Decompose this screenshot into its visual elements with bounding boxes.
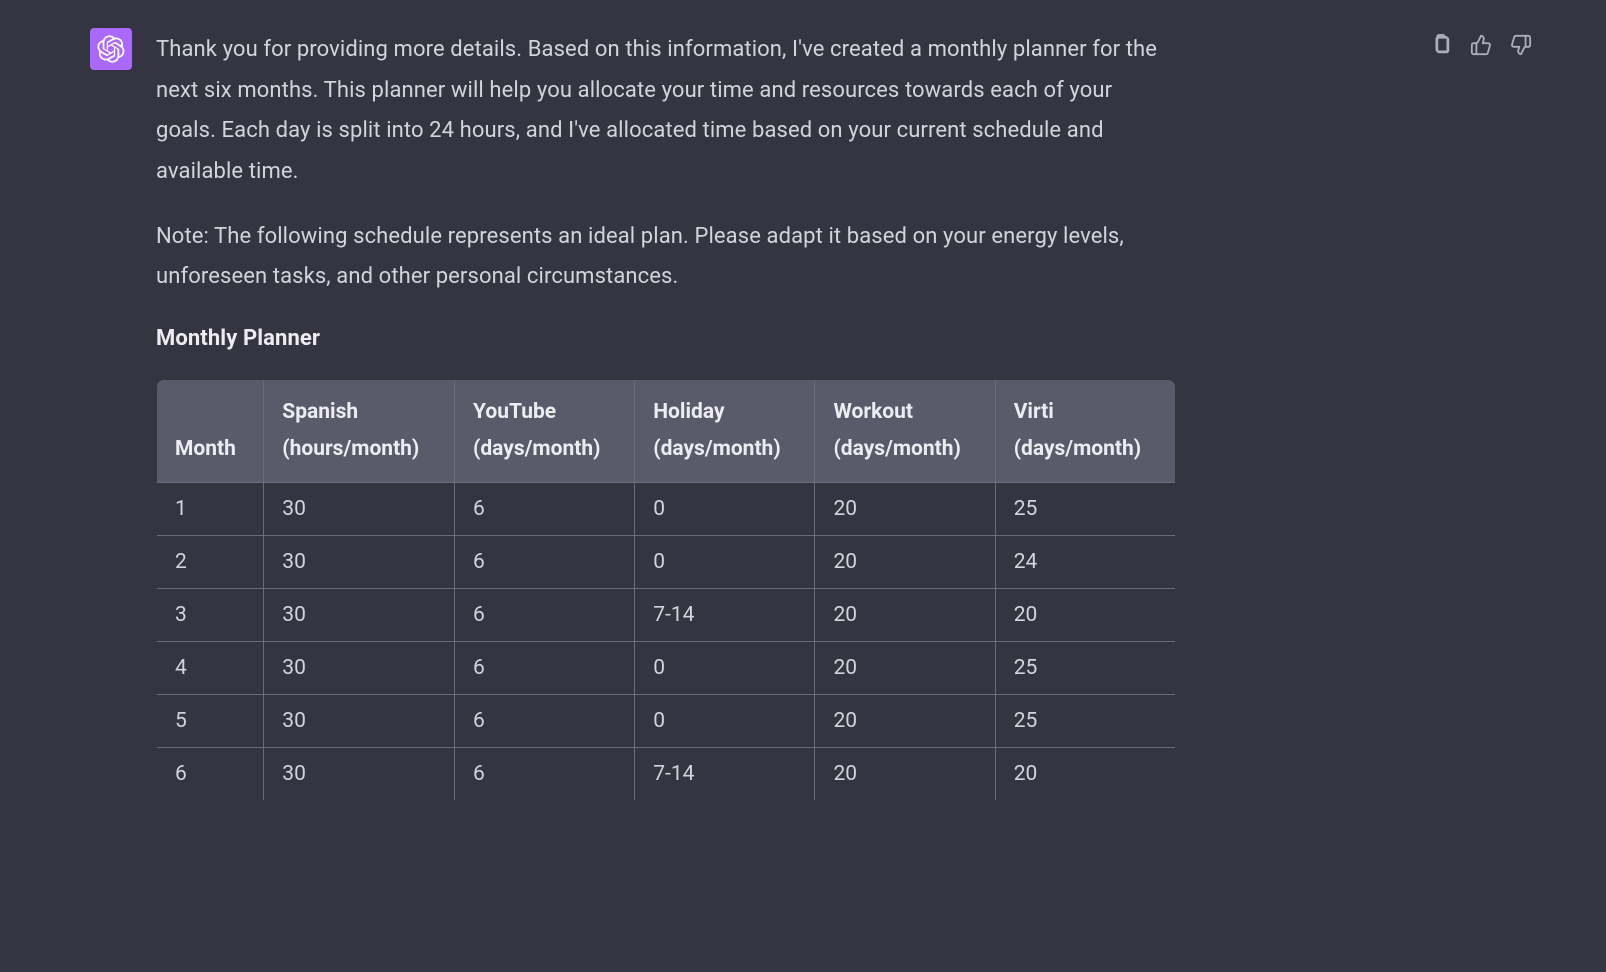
table-cell: 6 bbox=[157, 747, 264, 800]
table-cell: 30 bbox=[264, 482, 455, 535]
table-cell: 0 bbox=[635, 694, 815, 747]
col-youtube: YouTube (days/month) bbox=[455, 380, 635, 483]
table-cell: 6 bbox=[455, 641, 635, 694]
note-paragraph: Note: The following schedule represents … bbox=[156, 217, 1176, 298]
openai-icon bbox=[97, 35, 125, 63]
table-header-row: Month Spanish (hours/month) YouTube (day… bbox=[157, 380, 1176, 483]
table-cell: 5 bbox=[157, 694, 264, 747]
message-content: Thank you for providing more details. Ba… bbox=[156, 28, 1176, 801]
col-month: Month bbox=[157, 380, 264, 483]
col-virti: Virti (days/month) bbox=[995, 380, 1175, 483]
table-cell: 25 bbox=[995, 641, 1175, 694]
table-cell: 30 bbox=[264, 588, 455, 641]
table-row: 33067-142020 bbox=[157, 588, 1176, 641]
message-actions bbox=[1428, 32, 1534, 58]
table-heading: Monthly Planner bbox=[156, 326, 1176, 351]
table-cell: 6 bbox=[455, 535, 635, 588]
thumbs-down-icon bbox=[1510, 34, 1532, 56]
table-cell: 20 bbox=[815, 482, 995, 535]
table-cell: 30 bbox=[264, 641, 455, 694]
table-cell: 20 bbox=[815, 694, 995, 747]
table-cell: 20 bbox=[995, 747, 1175, 800]
table-row: 530602025 bbox=[157, 694, 1176, 747]
table-cell: 25 bbox=[995, 482, 1175, 535]
table-cell: 1 bbox=[157, 482, 264, 535]
table-cell: 4 bbox=[157, 641, 264, 694]
table-cell: 0 bbox=[635, 482, 815, 535]
planner-table: Month Spanish (hours/month) YouTube (day… bbox=[156, 379, 1176, 801]
table-row: 230602024 bbox=[157, 535, 1176, 588]
table-cell: 20 bbox=[815, 641, 995, 694]
thumbs-up-button[interactable] bbox=[1468, 32, 1494, 58]
table-cell: 6 bbox=[455, 747, 635, 800]
col-spanish: Spanish (hours/month) bbox=[264, 380, 455, 483]
col-holiday: Holiday (days/month) bbox=[635, 380, 815, 483]
table-cell: 20 bbox=[815, 535, 995, 588]
thumbs-up-icon bbox=[1470, 34, 1492, 56]
table-cell: 20 bbox=[995, 588, 1175, 641]
table-cell: 30 bbox=[264, 747, 455, 800]
clipboard-icon bbox=[1430, 34, 1452, 56]
table-cell: 0 bbox=[635, 641, 815, 694]
table-cell: 6 bbox=[455, 482, 635, 535]
assistant-avatar bbox=[90, 28, 132, 70]
table-row: 130602025 bbox=[157, 482, 1176, 535]
planner-table-wrapper: Month Spanish (hours/month) YouTube (day… bbox=[156, 379, 1176, 801]
assistant-message: Thank you for providing more details. Ba… bbox=[0, 0, 1606, 829]
table-cell: 7-14 bbox=[635, 747, 815, 800]
thumbs-down-button[interactable] bbox=[1508, 32, 1534, 58]
table-row: 63067-142020 bbox=[157, 747, 1176, 800]
table-cell: 6 bbox=[455, 588, 635, 641]
table-cell: 20 bbox=[815, 588, 995, 641]
table-cell: 3 bbox=[157, 588, 264, 641]
table-cell: 25 bbox=[995, 694, 1175, 747]
table-cell: 7-14 bbox=[635, 588, 815, 641]
table-cell: 0 bbox=[635, 535, 815, 588]
copy-button[interactable] bbox=[1428, 32, 1454, 58]
table-cell: 30 bbox=[264, 535, 455, 588]
intro-paragraph: Thank you for providing more details. Ba… bbox=[156, 30, 1176, 193]
table-cell: 24 bbox=[995, 535, 1175, 588]
table-row: 430602025 bbox=[157, 641, 1176, 694]
table-cell: 2 bbox=[157, 535, 264, 588]
table-cell: 30 bbox=[264, 694, 455, 747]
col-workout: Workout (days/month) bbox=[815, 380, 995, 483]
table-cell: 20 bbox=[815, 747, 995, 800]
table-cell: 6 bbox=[455, 694, 635, 747]
